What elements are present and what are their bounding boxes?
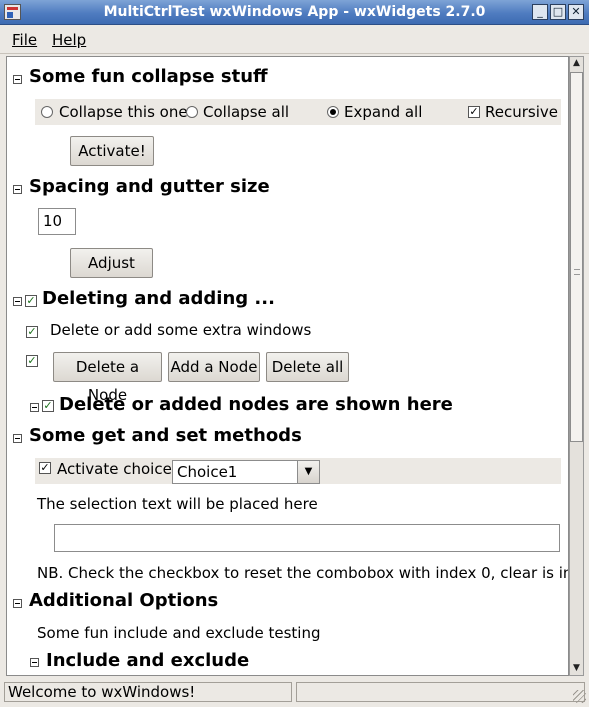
extra-windows-checkbox[interactable]: ✓	[26, 326, 38, 338]
additional-subtitle: Some fun include and exclude testing	[37, 624, 321, 642]
scroll-down-icon[interactable]: ▼	[570, 662, 583, 675]
activate-button[interactable]: Activate!	[70, 136, 154, 166]
scroll-thumb[interactable]	[570, 72, 583, 442]
vertical-scrollbar[interactable]: ▲ ▼	[569, 56, 584, 676]
section-title-deleting: Deleting and adding ...	[42, 288, 275, 309]
collapse-toggle-icon[interactable]	[13, 185, 22, 194]
menu-help[interactable]: Help	[52, 31, 86, 49]
status-bar: Welcome to wxWindows!	[0, 678, 589, 707]
status-text: Welcome to wxWindows!	[4, 682, 292, 702]
close-icon[interactable]: ✕	[568, 4, 584, 20]
collapse-toggle-icon[interactable]	[13, 75, 22, 84]
add-node-button[interactable]: Add a Node	[168, 352, 260, 382]
radio-expand-all-label: Expand all	[344, 103, 423, 121]
recursive-checkbox[interactable]: ✓	[468, 106, 480, 118]
radio-collapse-all-label: Collapse all	[203, 103, 290, 121]
content-panel: Some fun collapse stuff Collapse this on…	[6, 56, 569, 676]
scroll-up-icon[interactable]: ▲	[570, 57, 583, 70]
minimize-icon[interactable]: _	[532, 4, 548, 20]
section-title-collapse: Some fun collapse stuff	[29, 66, 268, 87]
window-title: MultiCtrlTest wxWindows App - wxWidgets …	[103, 4, 486, 20]
delete-node-button[interactable]: Delete a Node	[53, 352, 162, 404]
choice-combobox-value: Choice1	[177, 463, 238, 481]
node-row-checkbox[interactable]: ✓	[26, 355, 38, 367]
collapse-toggle-icon[interactable]	[13, 434, 22, 443]
activate-choice-label: Activate choice	[57, 460, 172, 478]
menu-file[interactable]: File	[12, 31, 37, 49]
section-title-nodes: Delete or added nodes are shown here	[59, 394, 453, 415]
radio-collapse-all[interactable]	[186, 106, 198, 118]
selection-text-field[interactable]	[54, 524, 560, 552]
collapse-toggle-icon[interactable]	[13, 297, 22, 306]
status-field-2	[296, 682, 585, 702]
collapse-toggle-icon[interactable]	[30, 658, 39, 667]
deleting-section-checkbox[interactable]: ✓	[25, 295, 37, 307]
radio-collapse-this-label: Collapse this one	[59, 103, 188, 121]
menu-bar: File Help	[0, 25, 589, 54]
section-title-getset: Some get and set methods	[29, 425, 302, 446]
collapse-toggle-icon[interactable]	[13, 599, 22, 608]
section-title-include: Include and exclude	[46, 650, 250, 671]
section-title-additional: Additional Options	[29, 590, 219, 611]
resize-grip-icon[interactable]	[573, 690, 586, 703]
chevron-down-icon[interactable]: ▼	[297, 461, 319, 483]
delete-all-button[interactable]: Delete all	[266, 352, 349, 382]
extra-windows-label: Delete or add some extra windows	[50, 321, 312, 339]
selection-label: The selection text will be placed here	[37, 495, 318, 513]
note-text: NB. Check the checkbox to reset the comb…	[37, 564, 569, 582]
collapse-toggle-icon[interactable]	[30, 403, 39, 412]
maximize-icon[interactable]: □	[550, 4, 566, 20]
activate-choice-checkbox[interactable]: ✓	[39, 462, 51, 474]
gutter-size-input[interactable]: 10	[38, 208, 76, 235]
section-title-spacing: Spacing and gutter size	[29, 176, 270, 197]
radio-collapse-this[interactable]	[41, 106, 53, 118]
radio-expand-all[interactable]	[327, 106, 339, 118]
nodes-section-checkbox[interactable]: ✓	[42, 400, 54, 412]
title-bar: MultiCtrlTest wxWindows App - wxWidgets …	[0, 0, 589, 25]
recursive-label: Recursive	[485, 103, 558, 121]
adjust-button[interactable]: Adjust	[70, 248, 153, 278]
